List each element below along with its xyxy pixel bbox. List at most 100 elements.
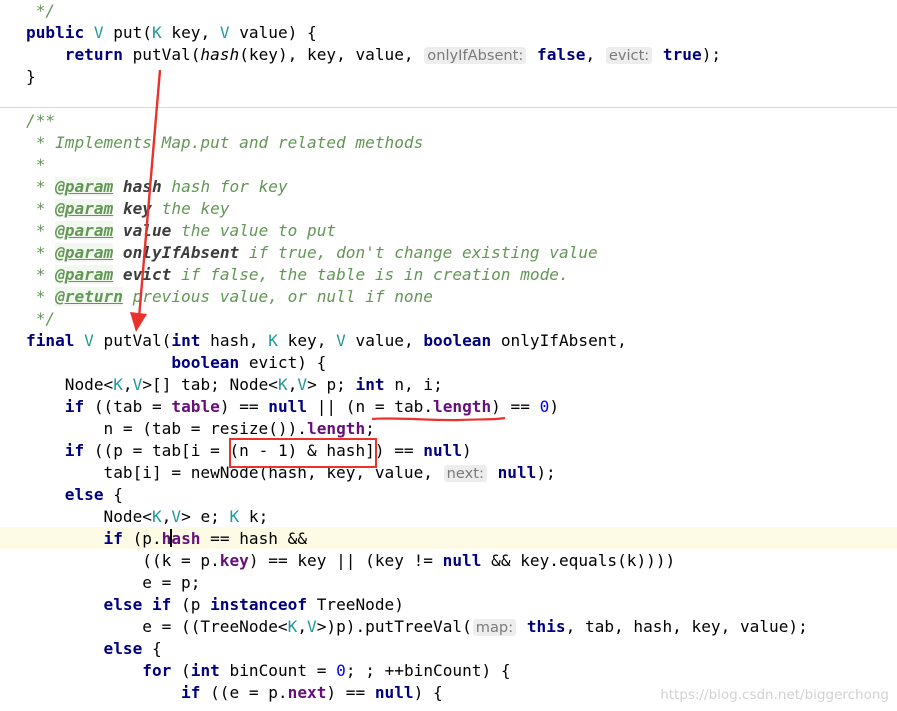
code-line[interactable]: if ((p = tab[i = (n - 1) & hash]) == nul… bbox=[26, 440, 472, 462]
code-token: @param bbox=[55, 243, 114, 262]
code-line[interactable]: if ((e = p.next) == null) { bbox=[26, 682, 443, 704]
code-token: > p; bbox=[307, 375, 356, 394]
code-token: onlyIfAbsent bbox=[122, 243, 240, 262]
code-line[interactable]: e = ((TreeNode<K,V>)p).putTreeVal(map: t… bbox=[26, 616, 808, 638]
code-token: null bbox=[423, 441, 463, 460]
code-token: V bbox=[171, 507, 182, 526]
code-token: , bbox=[122, 375, 133, 394]
code-token: && key.equals(k)))) bbox=[481, 551, 676, 570]
code-token: V bbox=[84, 331, 94, 350]
code-token: return bbox=[64, 45, 123, 64]
code-token: ) == bbox=[326, 683, 375, 702]
code-token: V bbox=[219, 23, 230, 42]
code-line[interactable]: n = (tab = resize()).length; bbox=[26, 418, 375, 440]
code-token: if bbox=[103, 529, 123, 548]
code-token: ); bbox=[701, 45, 722, 64]
code-token: putVal( bbox=[122, 45, 201, 64]
code-token: onlyIfAbsent, bbox=[491, 331, 627, 350]
code-token: * bbox=[26, 199, 56, 218]
code-token: previous value, or null if none bbox=[122, 287, 433, 306]
code-token: the value to put bbox=[171, 221, 337, 240]
code-editor[interactable]: */ public V put(K key, V value) { return … bbox=[0, 0, 897, 711]
code-token: k; bbox=[239, 507, 269, 526]
code-token: n = (tab = resize()). bbox=[26, 419, 308, 438]
code-token: int bbox=[355, 375, 385, 394]
code-line[interactable]: public V put(K key, V value) { bbox=[26, 22, 317, 44]
code-token: e = p; bbox=[26, 573, 201, 592]
code-line[interactable]: * @return previous value, or null if non… bbox=[26, 286, 433, 308]
code-line[interactable]: if ((tab = table) == null || (n = tab.le… bbox=[26, 396, 559, 418]
code-line[interactable]: else { bbox=[26, 484, 123, 506]
code-token: e = ((TreeNode< bbox=[26, 617, 288, 636]
code-line[interactable]: if (p.hash == hash && bbox=[26, 528, 307, 550]
code-token: ); bbox=[536, 463, 556, 482]
code-token: ; bbox=[365, 419, 375, 438]
code-token: V bbox=[307, 617, 317, 636]
code-line[interactable]: tab[i] = newNode(hash, key, value, next:… bbox=[26, 462, 556, 484]
code-line[interactable]: boolean evict) { bbox=[26, 352, 326, 374]
code-line[interactable]: * @param evict if false, the table is in… bbox=[26, 264, 569, 286]
code-line[interactable]: /** bbox=[26, 110, 55, 132]
code-token: if false, the table is in creation mode. bbox=[171, 265, 569, 284]
code-token: hash bbox=[122, 177, 162, 196]
code-token: ( bbox=[171, 661, 191, 680]
code-token: * bbox=[26, 265, 56, 284]
code-token: (key), key, value, bbox=[239, 45, 424, 64]
code-line[interactable]: * @param key the key bbox=[26, 198, 230, 220]
code-line[interactable]: * @param hash hash for key bbox=[26, 176, 288, 198]
code-token: instanceof bbox=[210, 595, 308, 614]
code-line[interactable]: } bbox=[26, 66, 36, 88]
code-token: * bbox=[26, 287, 56, 306]
code-token: V bbox=[132, 375, 143, 394]
code-line[interactable]: final V putVal(int hash, K key, V value,… bbox=[26, 330, 627, 352]
code-line[interactable]: else if (p instanceof TreeNode) bbox=[26, 594, 404, 616]
code-token: value bbox=[122, 221, 172, 240]
code-token: == hash && bbox=[200, 529, 308, 548]
code-token: K bbox=[287, 617, 298, 636]
code-line[interactable]: */ bbox=[26, 0, 55, 22]
code-line[interactable]: * @param onlyIfAbsent if true, don't cha… bbox=[26, 242, 598, 264]
code-token: { bbox=[142, 639, 162, 658]
code-token: if true, don't change existing value bbox=[239, 243, 598, 262]
code-line[interactable]: * @param value the value to put bbox=[26, 220, 336, 242]
code-line[interactable]: Node<K,V> e; K k; bbox=[26, 506, 269, 528]
code-token: else if bbox=[103, 595, 172, 614]
code-token: ) bbox=[462, 441, 472, 460]
code-token: final bbox=[26, 331, 75, 350]
code-token: @param bbox=[55, 221, 114, 240]
code-token: else bbox=[103, 639, 143, 658]
code-token: */ bbox=[26, 1, 56, 20]
code-line[interactable]: * Implements Map.put and related methods bbox=[26, 132, 424, 154]
code-token: */ bbox=[26, 309, 56, 328]
code-line[interactable]: Node<K,V>[] tab; Node<K,V> p; int n, i; bbox=[26, 374, 443, 396]
code-token: ((tab = bbox=[84, 397, 172, 416]
code-line[interactable]: else { bbox=[26, 638, 162, 660]
code-token: > e; bbox=[181, 507, 230, 526]
code-token: null bbox=[268, 397, 308, 416]
code-line[interactable]: for (int binCount = 0; ; ++binCount) { bbox=[26, 660, 510, 682]
code-line[interactable]: ((k = p.key) == key || (key != null && k… bbox=[26, 550, 675, 572]
code-token: @param bbox=[55, 177, 114, 196]
code-token: tab[i] = newNode(hash, key, value, bbox=[26, 463, 443, 482]
code-token: , bbox=[297, 617, 308, 636]
code-token: * bbox=[26, 221, 56, 240]
code-line[interactable]: e = p; bbox=[26, 572, 200, 594]
code-token: V bbox=[93, 23, 104, 42]
code-line[interactable]: * bbox=[26, 154, 46, 176]
code-line[interactable]: */ bbox=[26, 308, 55, 330]
code-line[interactable]: return putVal(hash(key), key, value, onl… bbox=[26, 44, 721, 66]
code-token: Node< bbox=[26, 507, 152, 526]
code-token: if bbox=[64, 397, 85, 416]
code-token: ash bbox=[171, 529, 201, 548]
code-token: ) == key || (key != bbox=[248, 551, 443, 570]
